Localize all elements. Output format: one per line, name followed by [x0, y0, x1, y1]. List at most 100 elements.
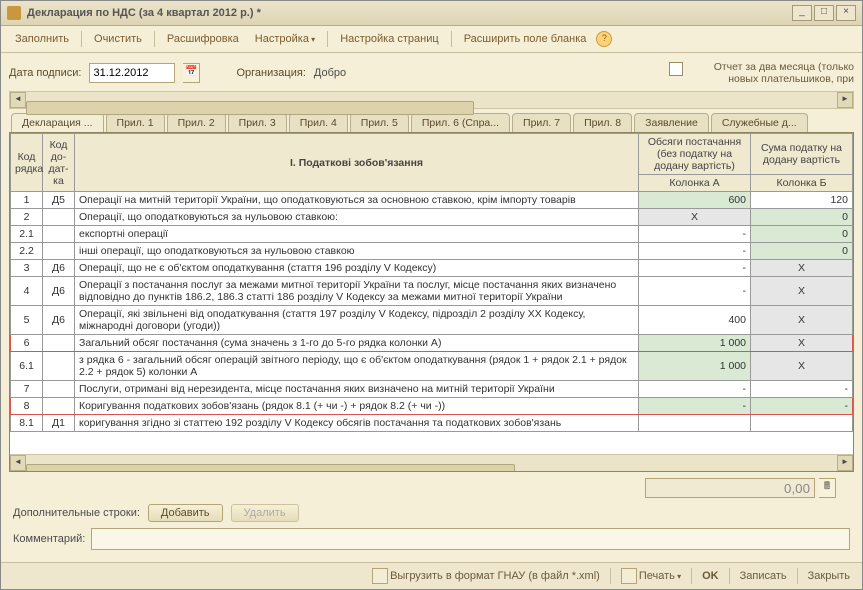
- cell-col-a[interactable]: -: [639, 398, 751, 415]
- minimize-button[interactable]: _: [792, 5, 812, 21]
- row-text: Операції з постачання послуг за межами м…: [75, 277, 639, 306]
- cell-col-a[interactable]: [639, 415, 751, 432]
- row-addcode: Д6: [43, 260, 75, 277]
- cell-col-b[interactable]: -: [751, 381, 853, 398]
- tab-8[interactable]: Прил. 8: [573, 113, 632, 132]
- tab-10[interactable]: Служебные д...: [711, 113, 808, 132]
- scroll-left-icon[interactable]: ◄: [10, 92, 26, 108]
- decode-button[interactable]: Расшифровка: [161, 31, 245, 47]
- save-button[interactable]: Записать: [736, 568, 791, 584]
- print-dropdown[interactable]: Печать: [617, 566, 685, 586]
- table-row[interactable]: 2.2 інші операції, що оподатковуються за …: [11, 243, 853, 260]
- table-row[interactable]: 8Коригування податкових зобов'язань (ряд…: [11, 398, 853, 415]
- cell-col-b[interactable]: 0: [751, 243, 853, 260]
- table-row[interactable]: 4Д6Операції з постачання послуг за межам…: [11, 277, 853, 306]
- cell-col-a[interactable]: -: [639, 243, 751, 260]
- row-code: 6.1: [11, 352, 43, 381]
- cell-col-a[interactable]: 400: [639, 306, 751, 335]
- row-code: 7: [11, 381, 43, 398]
- scroll-left-icon[interactable]: ◄: [10, 455, 26, 471]
- cell-col-a[interactable]: 600: [639, 192, 751, 209]
- table-row[interactable]: 7Послуги, отримані від нерезидента, місц…: [11, 381, 853, 398]
- scroll-right-icon[interactable]: ►: [837, 92, 853, 108]
- cell-col-a[interactable]: X: [639, 209, 751, 226]
- tab-1[interactable]: Прил. 1: [106, 113, 165, 132]
- cell-col-b[interactable]: -: [751, 398, 853, 415]
- top-scrollbar[interactable]: ◄ ►: [9, 91, 854, 109]
- row-addcode: Д5: [43, 192, 75, 209]
- tab-7[interactable]: Прил. 7: [512, 113, 571, 132]
- table-row[interactable]: 2.1експортні операції-0: [11, 226, 853, 243]
- cell-col-b[interactable]: X: [751, 352, 853, 381]
- cell-col-b[interactable]: X: [751, 277, 853, 306]
- calendar-icon[interactable]: 📅: [183, 63, 200, 83]
- export-icon: [372, 568, 388, 584]
- sign-date-label: Дата подписи:: [9, 67, 81, 79]
- row-code: 2.2: [11, 243, 43, 260]
- cell-col-b[interactable]: X: [751, 306, 853, 335]
- tab-4[interactable]: Прил. 4: [289, 113, 348, 132]
- cell-col-b[interactable]: 120: [751, 192, 853, 209]
- tab-2[interactable]: Прил. 2: [167, 113, 226, 132]
- close-button[interactable]: ×: [836, 5, 856, 21]
- page-settings-button[interactable]: Настройка страниц: [334, 31, 445, 47]
- fill-button[interactable]: Заполнить: [9, 31, 75, 47]
- cell-col-a[interactable]: 1 000: [639, 335, 751, 352]
- sign-date-input[interactable]: [89, 63, 175, 83]
- add-row-button[interactable]: Добавить: [148, 504, 223, 522]
- cell-col-a[interactable]: -: [639, 277, 751, 306]
- cell-col-b[interactable]: [751, 415, 853, 432]
- cell-col-b[interactable]: 0: [751, 226, 853, 243]
- tab-9[interactable]: Заявление: [634, 113, 709, 132]
- row-addcode: [43, 335, 75, 352]
- tab-0[interactable]: Декларация ...: [11, 113, 104, 132]
- declaration-table: Код рядка Код до-дат-ка I. Податкові зоб…: [10, 133, 853, 432]
- clear-button[interactable]: Очистить: [88, 31, 148, 47]
- expand-field-button[interactable]: Расширить поле бланка: [458, 31, 593, 47]
- cell-col-a[interactable]: -: [639, 260, 751, 277]
- table-row[interactable]: 5Д6Операції, які звільнені від оподаткув…: [11, 306, 853, 335]
- help-icon[interactable]: ?: [596, 31, 612, 47]
- row-addcode: [43, 398, 75, 415]
- table-row[interactable]: 3Д6Операції, що не є об'єктом оподаткува…: [11, 260, 853, 277]
- row-text: експортні операції: [75, 226, 639, 243]
- ok-button[interactable]: OK: [698, 568, 723, 584]
- tab-5[interactable]: Прил. 5: [350, 113, 409, 132]
- table-row[interactable]: 1Д5Операції на митній території України,…: [11, 192, 853, 209]
- table-row[interactable]: 2Операції, що оподатковуються за нульово…: [11, 209, 853, 226]
- close-window-button[interactable]: Закрыть: [804, 568, 854, 584]
- checkbox-icon[interactable]: [669, 62, 683, 76]
- row-code: 4: [11, 277, 43, 306]
- scroll-right-icon[interactable]: ►: [837, 455, 853, 471]
- tab-6[interactable]: Прил. 6 (Спра...: [411, 113, 510, 132]
- two-month-checkbox-wrap[interactable]: Отчет за два месяца (только новых плател…: [669, 61, 854, 85]
- row-code: 6: [11, 335, 43, 352]
- cell-col-a[interactable]: -: [639, 226, 751, 243]
- comment-label: Комментарий:: [13, 533, 85, 545]
- settings-dropdown[interactable]: Настройка: [249, 31, 321, 47]
- table-row[interactable]: 8.1Д1коригування згідно зі статтею 192 р…: [11, 415, 853, 432]
- row-code: 8.1: [11, 415, 43, 432]
- calculator-icon[interactable]: 🖩: [819, 478, 836, 498]
- row-text: Операції, що оподатковуються за нульовою…: [75, 209, 639, 226]
- export-xml-button[interactable]: Выгрузить в формат ГНАУ (в файл *.xml): [368, 566, 604, 586]
- row-addcode: [43, 209, 75, 226]
- row-addcode: [43, 226, 75, 243]
- cell-col-b[interactable]: 0: [751, 209, 853, 226]
- row-addcode: Д6: [43, 306, 75, 335]
- cell-col-a[interactable]: 1 000: [639, 352, 751, 381]
- row-text: коригування згідно зі статтею 192 розділ…: [75, 415, 639, 432]
- sum-input[interactable]: [645, 478, 815, 498]
- row-addcode: [43, 381, 75, 398]
- table-row[interactable]: 6Загальний обсяг постачання (сума значен…: [11, 335, 853, 352]
- row-addcode: [43, 352, 75, 381]
- row-text: інші операції, що оподатковуються за нул…: [75, 243, 639, 260]
- table-row[interactable]: 6.1з рядка 6 - загальний обсяг операцій …: [11, 352, 853, 381]
- cell-col-b[interactable]: X: [751, 335, 853, 352]
- comment-input[interactable]: [91, 528, 850, 550]
- cell-col-a[interactable]: -: [639, 381, 751, 398]
- tab-3[interactable]: Прил. 3: [228, 113, 287, 132]
- cell-col-b[interactable]: X: [751, 260, 853, 277]
- maximize-button[interactable]: □: [814, 5, 834, 21]
- grid-h-scrollbar[interactable]: ◄ ►: [10, 454, 853, 471]
